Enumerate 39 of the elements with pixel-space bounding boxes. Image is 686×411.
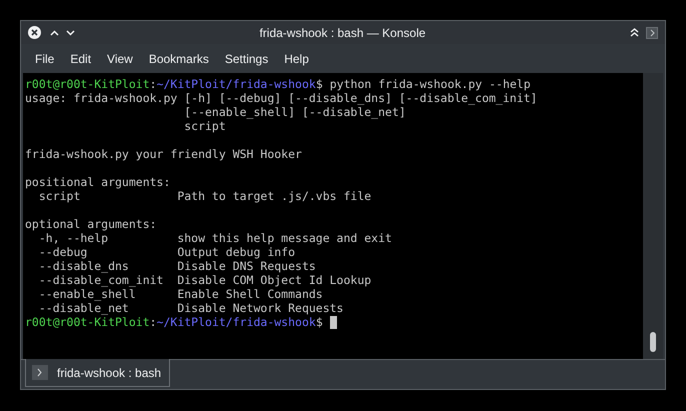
- menu-item[interactable]: Settings: [218, 48, 274, 70]
- menu-item[interactable]: Help: [278, 48, 315, 70]
- output-line: -h, --help show this help message and exit: [38, 231, 392, 245]
- prompt-path: ~/KitPloit/frida-wshook: [156, 77, 316, 91]
- menu-item[interactable]: File: [29, 48, 60, 70]
- caret-down-icon[interactable]: [66, 30, 75, 36]
- prompt-separator: :: [150, 77, 157, 91]
- output-line: script Path to target .js/.vbs file: [38, 189, 372, 203]
- scrollbar-thumb[interactable]: [650, 332, 656, 352]
- output-line: [--enable_shell] [--disable_net]: [183, 105, 406, 119]
- window-title: frida-wshook : bash — Konsole: [259, 24, 426, 42]
- scrollbar[interactable]: [643, 73, 663, 359]
- output-line: optional arguments:: [25, 217, 157, 231]
- output-line: --debug Output debug info: [38, 245, 296, 259]
- prompt-user-host: r00t@r00t-KitPloit: [25, 315, 150, 329]
- command-text: python frida-wshook.py --help: [330, 77, 531, 91]
- prompt-path: ~/KitPloit/frida-wshook: [156, 315, 316, 329]
- terminal-area[interactable]: [23, 73, 643, 359]
- prompt-symbol: $: [316, 77, 323, 91]
- caret-up-icon[interactable]: [50, 30, 59, 36]
- panel-toggle-icon[interactable]: [646, 26, 658, 38]
- menu-item[interactable]: Edit: [64, 48, 98, 70]
- menu-item[interactable]: Bookmarks: [142, 48, 215, 70]
- terminal-tab[interactable]: frida-wshook : bash: [25, 359, 170, 387]
- close-icon[interactable]: [28, 26, 41, 39]
- output-line: frida-wshook.py your friendly WSH Hooker: [25, 147, 302, 161]
- output-line: usage: frida-wshook.py [-h] [--debug] [--disable_dns] [--disable_com_init]: [25, 91, 538, 105]
- prompt-separator: :: [150, 315, 157, 329]
- double-caret-up-icon[interactable]: [630, 28, 639, 37]
- output-line: --disable_com_init Disable COM Object Id Lookup: [38, 273, 372, 287]
- output-line: --disable_dns Disable DNS Requests: [38, 259, 316, 273]
- menu-item[interactable]: View: [101, 48, 139, 70]
- output-line: script: [183, 119, 226, 133]
- output-line: --disable_net Disable Network Requests: [38, 301, 344, 315]
- terminal-icon: [32, 365, 48, 380]
- output-line: positional arguments:: [25, 175, 170, 189]
- prompt-symbol: $: [316, 315, 323, 329]
- output-line: --enable_shell Enable Shell Commands: [38, 287, 323, 301]
- prompt-user-host: r00t@r00t-KitPloit: [25, 77, 150, 91]
